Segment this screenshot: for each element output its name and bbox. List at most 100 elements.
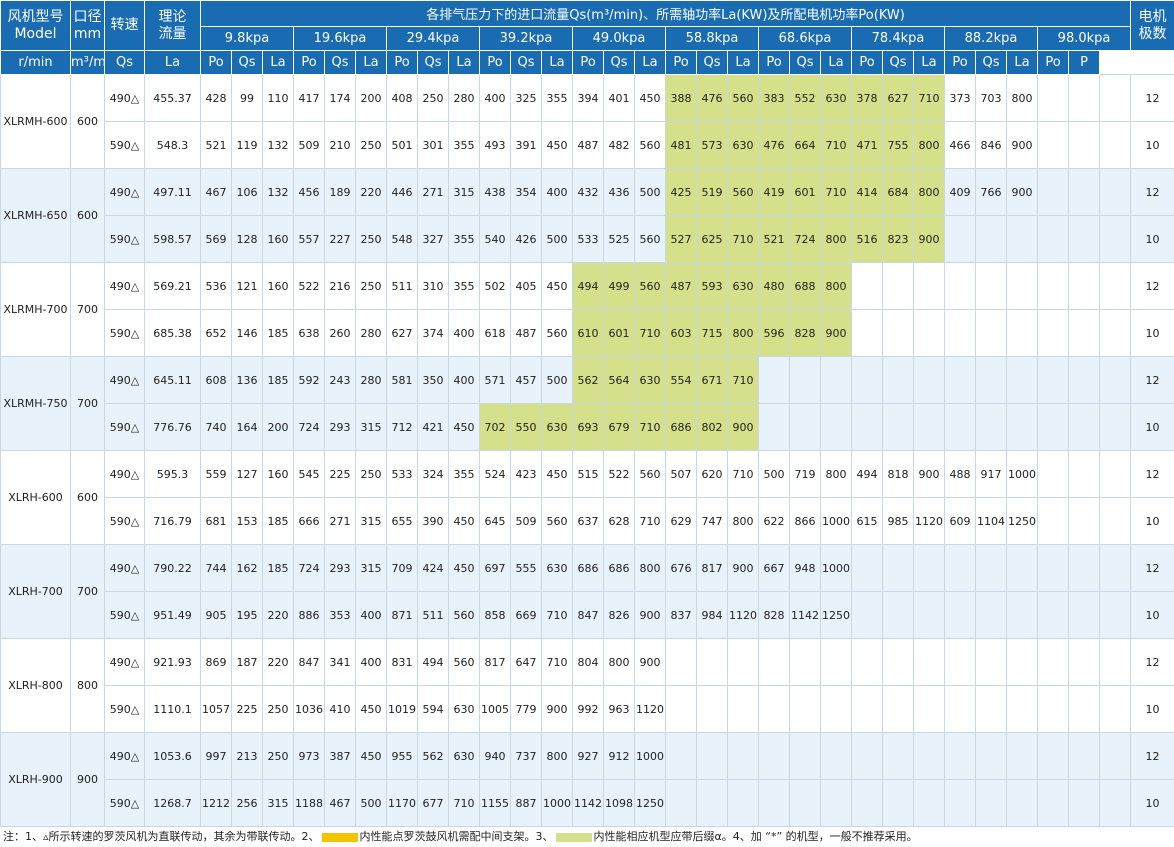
table-row: 590△ 598.57 569 128 160 557 227 250 548 327 355 540… <box>1 215 1174 263</box>
motor-pole-value: 12 <box>1130 732 1174 780</box>
data-cell <box>975 544 1007 592</box>
data-cell: 414 <box>851 168 883 216</box>
data-cell: 500 <box>541 215 573 263</box>
data-cell: 560 <box>727 168 759 216</box>
data-cell: 837 <box>665 591 697 639</box>
data-cell: 992 <box>572 685 604 733</box>
data-cell <box>1068 309 1100 357</box>
data-cell <box>944 262 976 310</box>
header-sub-qs: Qs <box>417 50 449 75</box>
data-cell: 601 <box>603 309 635 357</box>
data-cell: 693 <box>572 403 604 451</box>
data-cell: 630 <box>541 544 573 592</box>
yellow-legend-swatch <box>321 832 358 842</box>
data-cell <box>1098 638 1132 686</box>
data-cell: 160 <box>262 215 294 263</box>
data-cell: 573 <box>696 121 728 169</box>
data-cell <box>1037 685 1069 733</box>
data-cell: 390 <box>417 497 449 545</box>
data-cell: 603 <box>665 309 697 357</box>
model-name: XLRMH-750 <box>0 356 71 451</box>
data-cell: 220 <box>262 591 294 639</box>
data-cell: 162 <box>231 544 263 592</box>
data-cell <box>882 309 914 357</box>
data-cell <box>820 732 852 780</box>
header-sub-la: La <box>262 50 294 75</box>
data-cell: 128 <box>231 215 263 263</box>
data-cell <box>944 591 976 639</box>
data-cell: 516 <box>851 215 883 263</box>
data-cell <box>851 591 883 639</box>
data-cell: 800 <box>727 497 759 545</box>
data-cell: 509 <box>293 121 325 169</box>
data-cell: 984 <box>696 591 728 639</box>
header-motor-unit: P <box>1068 50 1100 75</box>
data-cell: 655 <box>386 497 418 545</box>
data-cell <box>1037 74 1069 122</box>
data-cell: 220 <box>355 168 387 216</box>
data-cell: 428 <box>200 74 232 122</box>
header-sub-qs: Qs <box>603 50 635 75</box>
data-cell <box>758 356 790 404</box>
data-cell: 800 <box>603 638 635 686</box>
data-cell: 917 <box>975 450 1007 498</box>
header-bore: 口径 mm <box>70 0 105 51</box>
data-cell: 280 <box>355 309 387 357</box>
data-cell: 828 <box>758 591 790 639</box>
data-cell <box>913 309 945 357</box>
data-cell: 1142 <box>789 591 821 639</box>
data-cell: 900 <box>913 215 945 263</box>
data-cell: 697 <box>479 544 511 592</box>
flow-value: 1110.1 <box>144 685 201 733</box>
data-cell: 400 <box>479 74 511 122</box>
data-cell: 400 <box>448 309 480 357</box>
data-cell: 559 <box>200 450 232 498</box>
motor-pole-value: 12 <box>1130 74 1174 122</box>
performance-table-sheet: 风机型号 Model 口径 mm 转速 理论 流量 各排气压力下的进口流量Qs(m³/… <box>0 0 1174 827</box>
data-cell: 948 <box>789 544 821 592</box>
bore-value: 600 <box>70 450 105 545</box>
header-pressure: 9.8kpa <box>200 26 294 51</box>
data-cell: 374 <box>417 309 449 357</box>
data-cell: 562 <box>417 732 449 780</box>
motor-pole-value: 12 <box>1130 450 1174 498</box>
data-cell: 800 <box>634 544 666 592</box>
header-sub-la: La <box>913 50 945 75</box>
table-row: 590△ 548.3 521 119 132 509 210 250 501 301 355 493 3… <box>1 121 1174 169</box>
data-cell <box>1006 732 1038 780</box>
data-cell: 630 <box>727 262 759 310</box>
data-cell: 250 <box>417 74 449 122</box>
table-row: 590△ 776.76 740 164 200 724 293 315 712 421 450 702… <box>1 403 1174 451</box>
data-cell: 450 <box>541 450 573 498</box>
data-cell: 955 <box>386 732 418 780</box>
data-cell: 581 <box>386 356 418 404</box>
header-speed-unit: r/min <box>0 50 71 75</box>
data-cell <box>1037 638 1069 686</box>
data-cell: 174 <box>324 74 356 122</box>
data-cell: 671 <box>696 356 728 404</box>
data-cell: 99 <box>231 74 263 122</box>
data-cell: 826 <box>603 591 635 639</box>
data-cell: 1000 <box>820 544 852 592</box>
data-cell: 400 <box>448 356 480 404</box>
data-cell <box>975 779 1007 827</box>
data-cell: 710 <box>727 356 759 404</box>
data-cell: 160 <box>262 262 294 310</box>
data-cell: 250 <box>262 685 294 733</box>
header-model-cn: 风机型号 <box>7 8 64 25</box>
data-cell: 500 <box>634 168 666 216</box>
data-cell <box>789 685 821 733</box>
data-cell <box>727 685 759 733</box>
data-cell <box>1006 309 1038 357</box>
data-cell: 637 <box>572 497 604 545</box>
data-cell: 494 <box>572 262 604 310</box>
data-cell <box>727 638 759 686</box>
data-cell: 560 <box>448 638 480 686</box>
data-cell <box>1098 497 1132 545</box>
data-cell: 963 <box>603 685 635 733</box>
data-cell: 405 <box>510 262 542 310</box>
data-cell <box>944 544 976 592</box>
data-cell: 424 <box>417 544 449 592</box>
data-cell <box>1098 356 1132 404</box>
data-cell: 383 <box>758 74 790 122</box>
